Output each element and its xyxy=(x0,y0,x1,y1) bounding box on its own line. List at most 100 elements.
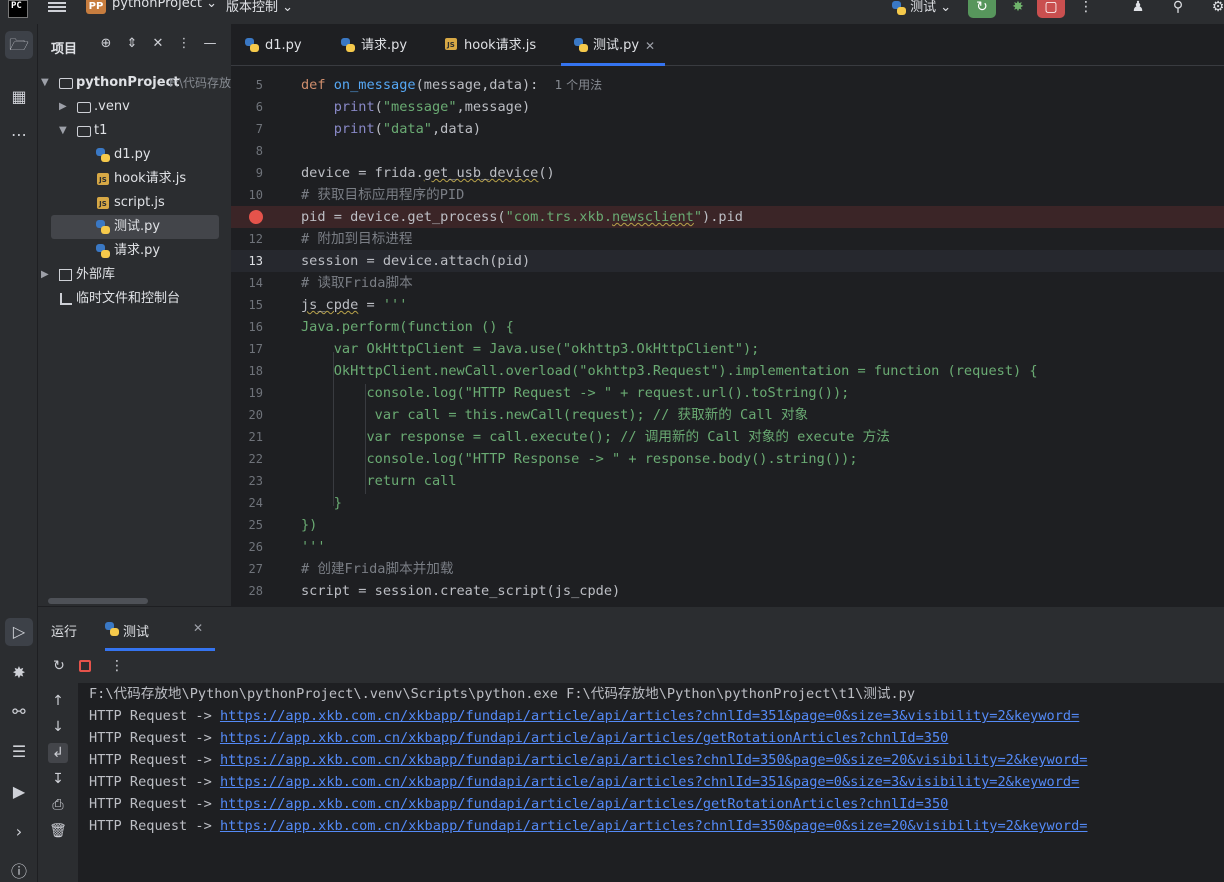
tab-hook-js[interactable]: JS hook请求.js xyxy=(445,24,536,66)
code-editor[interactable]: 5 def on_message(message,data): 1 个用法 6 … xyxy=(231,66,1224,606)
project-folder-icon[interactable]: 🗁 xyxy=(5,31,33,59)
stop-button[interactable]: ▢ xyxy=(1037,0,1065,18)
terminal-icon[interactable]: › xyxy=(5,818,33,846)
expand-all-icon[interactable]: ⇕ xyxy=(124,36,140,54)
tree-item-label: 请求.py xyxy=(114,243,161,258)
usage-hint[interactable]: 1 个用法 xyxy=(555,78,602,92)
line-number: 21 xyxy=(248,430,263,444)
print-icon[interactable]: ⎙ xyxy=(48,795,68,815)
tree-item-t1[interactable]: ▼ t1 xyxy=(38,119,231,143)
scratches-icon xyxy=(60,293,72,305)
code-text: session = device.attach(pid) xyxy=(301,253,531,269)
line-number: 13 xyxy=(248,254,263,268)
js-file-icon: JS xyxy=(97,173,109,185)
python-console-icon[interactable]: ⚯ xyxy=(5,698,33,726)
problems-icon[interactable]: ⓘ xyxy=(5,858,33,882)
tree-item-request-py[interactable]: 请求.py xyxy=(38,239,231,263)
js-file-icon: JS xyxy=(445,38,457,50)
soft-wrap-icon[interactable]: ↲ xyxy=(48,743,68,763)
tree-item-d1[interactable]: d1.py xyxy=(38,143,231,167)
tree-item-test-py[interactable]: 测试.py xyxy=(51,215,219,239)
collapse-all-icon[interactable]: ✕ xyxy=(150,36,166,54)
more-options-icon[interactable]: ⋮ xyxy=(108,657,126,675)
tree-item-venv[interactable]: ▶ .venv xyxy=(38,95,231,119)
hide-panel-icon[interactable]: — xyxy=(202,36,218,54)
stop-icon[interactable] xyxy=(79,660,91,672)
rerun-icon[interactable]: ↻ xyxy=(50,657,68,675)
run-config-selector[interactable]: 测试 ⌄ xyxy=(892,0,951,15)
main-menu-icon[interactable] xyxy=(48,0,66,14)
code-comment: # 获取目标应用程序的PID xyxy=(301,187,465,203)
project-badge[interactable]: PP xyxy=(86,0,106,14)
line-number: 14 xyxy=(248,276,263,290)
code-line: 16 Java.perform(function () { xyxy=(231,316,1224,338)
code-line: 7 print("data",data) xyxy=(231,118,1224,140)
code-text: js_cpde = ''' xyxy=(301,297,408,313)
tab-request-py[interactable]: 请求.py xyxy=(341,24,407,66)
tab-test-py[interactable]: 测试.py ✕ xyxy=(561,24,665,66)
trash-icon[interactable]: 🗑 xyxy=(48,821,68,841)
tree-item-scratches[interactable]: 临时文件和控制台 xyxy=(38,287,231,311)
tree-item-label: 临时文件和控制台 xyxy=(76,291,181,306)
code-line: 6 print("message",message) xyxy=(231,96,1224,118)
code-line: 20 var call = this.newCall(request); // … xyxy=(231,404,1224,426)
tab-run-test[interactable]: 测试 ✕ xyxy=(105,607,215,651)
more-actions-icon[interactable]: ⋮ xyxy=(1072,0,1100,18)
scroll-down-icon[interactable]: ↓ xyxy=(48,717,68,737)
console-link[interactable]: https://app.xkb.com.cn/xkbapp/fundapi/ar… xyxy=(220,730,948,746)
debug-icon[interactable]: ✸ xyxy=(1004,0,1032,18)
line-number: 12 xyxy=(248,232,263,246)
console-link[interactable]: https://app.xkb.com.cn/xkbapp/fundapi/ar… xyxy=(220,774,1079,790)
search-icon[interactable]: ⚲ xyxy=(1164,0,1192,18)
add-user-icon[interactable]: ♟ xyxy=(1124,0,1152,18)
layers-icon[interactable]: ☰ xyxy=(5,738,33,766)
run-icon[interactable]: ▷ xyxy=(5,618,33,646)
code-line-breakpoint: pid = device.get_process("com.trs.xkb.ne… xyxy=(231,206,1224,228)
console-line: HTTP Request -> https://app.xkb.com.cn/x… xyxy=(89,727,948,749)
console-output[interactable]: F:\代码存放地\Python\pythonProject\.venv\Scri… xyxy=(78,683,1224,882)
console-link[interactable]: https://app.xkb.com.cn/xkbapp/fundapi/ar… xyxy=(220,708,1079,724)
console-line: HTTP Request -> https://app.xkb.com.cn/x… xyxy=(89,771,1079,793)
console-link[interactable]: https://app.xkb.com.cn/xkbapp/fundapi/ar… xyxy=(220,796,948,812)
tree-item-external-libs[interactable]: ▶ 外部库 xyxy=(38,263,231,287)
tree-item-hook-js[interactable]: JS hook请求.js xyxy=(38,167,231,191)
more-tools-icon[interactable]: ⋯ xyxy=(5,121,33,149)
code-line: 8 xyxy=(231,140,1224,162)
tree-item-label: d1.py xyxy=(114,147,151,162)
console-link[interactable]: https://app.xkb.com.cn/xkbapp/fundapi/ar… xyxy=(220,818,1088,834)
tree-item-script-js[interactable]: JS script.js xyxy=(38,191,231,215)
pycharm-logo-icon[interactable]: PC xyxy=(8,0,28,18)
tool-window-strip: 🗁 ▦ ⋯ ▷ ✸ ⚯ ☰ ▶ › ⓘ xyxy=(0,24,38,882)
close-icon[interactable]: ✕ xyxy=(193,621,203,635)
horizontal-scrollbar[interactable] xyxy=(48,598,148,604)
console-prefix: HTTP Request -> xyxy=(89,796,220,812)
services-icon[interactable]: ▶ xyxy=(5,778,33,806)
chevron-right-icon: ▶ xyxy=(59,101,67,112)
breakpoint-icon[interactable] xyxy=(249,210,263,224)
code-line: 12 # 附加到目标进程 xyxy=(231,228,1224,250)
code-comment: # 读取Frida脚本 xyxy=(301,275,413,291)
project-selector[interactable]: pythonProject ⌄ xyxy=(112,0,217,11)
code-text: OkHttpClient.newCall.overload("okhttp3.R… xyxy=(301,363,1038,379)
chevron-down-icon: ▼ xyxy=(41,77,49,88)
console-prefix: HTTP Request -> xyxy=(89,774,220,790)
line-number: 6 xyxy=(255,100,263,114)
rerun-button[interactable]: ↻ xyxy=(968,0,996,18)
gear-icon[interactable]: ⚙ xyxy=(1204,0,1224,18)
tab-d1[interactable]: d1.py xyxy=(245,24,302,66)
scroll-up-icon[interactable]: ↑ xyxy=(48,691,68,711)
locate-icon[interactable]: ⊕ xyxy=(98,36,114,54)
debug-bug-icon[interactable]: ✸ xyxy=(5,659,33,687)
project-panel-title: 项目 xyxy=(51,42,78,57)
console-link[interactable]: https://app.xkb.com.cn/xkbapp/fundapi/ar… xyxy=(220,752,1088,768)
tree-root[interactable]: ▼ pythonProject F:\代码存放 xyxy=(38,71,231,95)
code-text: def on_message(message,data): 1 个用法 xyxy=(301,77,603,93)
close-icon[interactable]: ✕ xyxy=(645,24,655,68)
code-line: 23 return call xyxy=(231,470,1224,492)
vcs-menu[interactable]: 版本控制 ⌄ xyxy=(226,0,293,15)
scroll-to-end-icon[interactable]: ↧ xyxy=(48,769,68,789)
code-line-current: 13 session = device.attach(pid) xyxy=(231,250,1224,272)
options-icon[interactable]: ⋮ xyxy=(176,36,192,54)
code-text: device = frida.get_usb_device() xyxy=(301,165,555,181)
structure-icon[interactable]: ▦ xyxy=(5,83,33,111)
